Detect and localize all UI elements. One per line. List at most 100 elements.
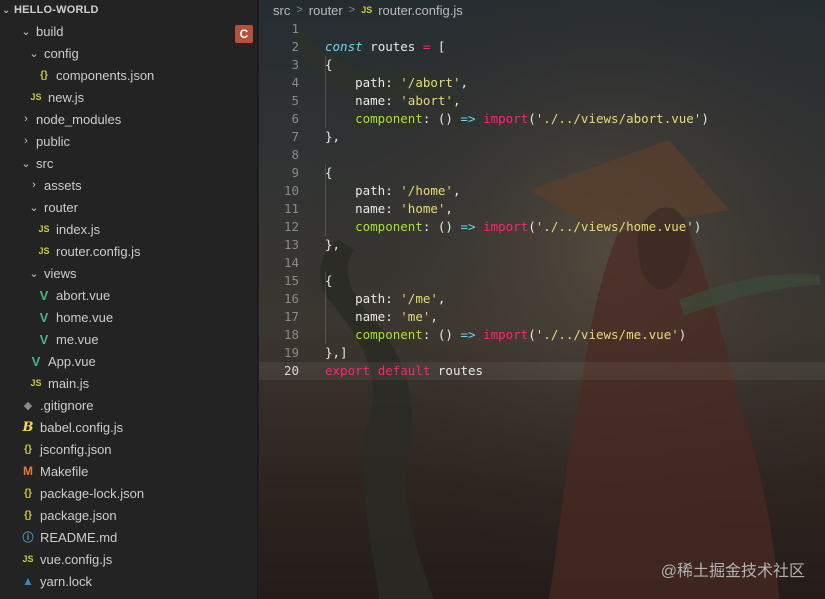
chevron-down-icon: ⌄ bbox=[29, 201, 39, 214]
chevron-down-icon: ⌄ bbox=[29, 47, 39, 60]
line-number: 1 bbox=[291, 21, 299, 36]
code-line[interactable]: 14 bbox=[259, 254, 825, 272]
code-line[interactable]: 18 component: () => import('./../views/m… bbox=[259, 326, 825, 344]
tree-item-label: index.js bbox=[56, 221, 101, 237]
tree-folder[interactable]: ⌄ src bbox=[0, 152, 257, 174]
tree-file[interactable]: {} jsconfig.json bbox=[0, 438, 257, 460]
tree-folder[interactable]: › public bbox=[0, 130, 257, 152]
code-token: , bbox=[452, 93, 461, 108]
code-line[interactable]: 12 component: () => import('./../views/h… bbox=[259, 218, 825, 236]
code-text: name: 'me', bbox=[325, 308, 438, 326]
chevron-right-icon: > bbox=[296, 4, 303, 16]
tree-file[interactable]: {} package.json bbox=[0, 504, 257, 526]
code-token: 'me' bbox=[400, 309, 431, 324]
code-text: },] bbox=[325, 344, 348, 362]
code-line[interactable]: 20 export default routes bbox=[259, 362, 825, 380]
tree-item-label: src bbox=[36, 155, 54, 171]
code-token: import bbox=[483, 219, 529, 234]
line-number: 5 bbox=[291, 93, 299, 108]
js-file-icon: JS bbox=[38, 224, 50, 234]
code-token: 'abort' bbox=[400, 93, 453, 108]
code-line[interactable]: 13}, bbox=[259, 236, 825, 254]
tree-folder[interactable]: › node_modules bbox=[0, 108, 257, 130]
code-line[interactable]: 17 name: 'me', bbox=[259, 308, 825, 326]
code-line[interactable]: 1 bbox=[259, 20, 825, 38]
code-token: '/abort' bbox=[400, 75, 461, 90]
code-token: ) bbox=[678, 327, 687, 342]
chevron-down-icon: ⌄ bbox=[29, 267, 39, 280]
vue-file-icon: V bbox=[39, 331, 49, 347]
code-token: => bbox=[460, 219, 476, 234]
breadcrumb-item-src[interactable]: src bbox=[273, 3, 290, 18]
code-token: , bbox=[437, 291, 446, 306]
code-token: export bbox=[325, 363, 371, 378]
tree-folder[interactable]: ⌄ config bbox=[0, 42, 257, 64]
tree-file[interactable]: JS index.js bbox=[0, 218, 257, 240]
explorer-header[interactable]: ⌄ HELLO-WORLD bbox=[0, 0, 257, 20]
code-line[interactable]: 3{ bbox=[259, 56, 825, 74]
json-file-icon: {} bbox=[24, 443, 32, 455]
line-number: 10 bbox=[283, 183, 299, 198]
tree-item-label: jsconfig.json bbox=[40, 441, 112, 457]
tree-file[interactable]: Vme.vue bbox=[0, 328, 257, 350]
code-token: : () bbox=[422, 327, 461, 342]
tree-file[interactable]: JS main.js bbox=[0, 372, 257, 394]
code-token: { bbox=[325, 273, 333, 288]
code-line[interactable]: 16 path: '/me', bbox=[259, 290, 825, 308]
tree-item-label: README.md bbox=[40, 529, 118, 545]
code-line[interactable]: 4 path: '/abort', bbox=[259, 74, 825, 92]
editor-pane[interactable]: src > router > JS router.config.js 1 2 con… bbox=[259, 0, 825, 599]
code-token: ( bbox=[528, 219, 536, 234]
code-line[interactable]: 15 { bbox=[259, 272, 825, 290]
code-line[interactable]: 8 bbox=[259, 146, 825, 164]
breadcrumb-item-router[interactable]: router bbox=[309, 3, 343, 18]
code-text: }, bbox=[325, 128, 340, 146]
code-token: path: bbox=[325, 291, 401, 306]
yarn-file-icon: ▲ bbox=[22, 574, 34, 588]
vue-file-icon: V bbox=[39, 309, 49, 325]
code-token: }, bbox=[325, 237, 341, 252]
tree-file[interactable]: Bbabel.config.js bbox=[0, 416, 257, 438]
tree-item-label: App.vue bbox=[48, 353, 96, 369]
code-text: path: '/me', bbox=[325, 290, 445, 308]
code-line[interactable]: 11 name: 'home', bbox=[259, 200, 825, 218]
tree-file[interactable]: Vabort.vue bbox=[0, 284, 257, 306]
code-line[interactable]: 19},] bbox=[259, 344, 825, 362]
tree-file[interactable]: M Makefile bbox=[0, 460, 257, 482]
tree-file[interactable]: V App.vue bbox=[0, 350, 257, 372]
breadcrumb-item-file[interactable]: router.config.js bbox=[378, 3, 463, 18]
tree-folder[interactable]: ⌄ build bbox=[0, 20, 257, 42]
code-line[interactable]: 10 path: '/home', bbox=[259, 182, 825, 200]
tree-file[interactable]: JS vue.config.js bbox=[0, 548, 257, 570]
code-line[interactable]: 5 name: 'abort', bbox=[259, 92, 825, 110]
tree-file[interactable]: JS router.config.js bbox=[0, 240, 257, 262]
code-line[interactable]: 9{ bbox=[259, 164, 825, 182]
code-token: routes bbox=[430, 363, 484, 378]
code-line[interactable]: 2 const routes = [ bbox=[259, 38, 825, 56]
tree-file[interactable]: ⓘ README.md bbox=[0, 526, 257, 548]
js-file-icon: JS bbox=[30, 92, 42, 102]
tree-file[interactable]: JS new.js bbox=[0, 86, 257, 108]
code-text: path: '/home', bbox=[325, 182, 460, 200]
tree-file[interactable]: ◆ .gitignore bbox=[0, 394, 257, 416]
code-token: [ bbox=[430, 39, 446, 54]
tree-file[interactable]: Vhome.vue bbox=[0, 306, 257, 328]
vue-file-icon: V bbox=[31, 353, 41, 369]
tree-item-label: new.js bbox=[48, 89, 85, 105]
tree-folder[interactable]: ⌄ router bbox=[0, 196, 257, 218]
code-line[interactable]: 7}, bbox=[259, 128, 825, 146]
tree-item-label: package.json bbox=[40, 507, 117, 523]
chevron-down-icon: ⌄ bbox=[21, 25, 31, 38]
md-file-icon: ⓘ bbox=[22, 532, 34, 544]
code-token: : () bbox=[422, 219, 461, 234]
tree-file[interactable]: {} components.json bbox=[0, 64, 257, 86]
tree-folder[interactable]: › assets bbox=[0, 174, 257, 196]
tree-item-label: public bbox=[36, 133, 70, 149]
code-line[interactable]: 6 component: () => import('./../views/ab… bbox=[259, 110, 825, 128]
tree-folder[interactable]: ⌄ views bbox=[0, 262, 257, 284]
line-number: 18 bbox=[283, 327, 299, 342]
tree-file[interactable]: ▲ yarn.lock bbox=[0, 570, 257, 592]
json-file-icon: {} bbox=[24, 487, 32, 499]
tree-file[interactable]: {} package-lock.json bbox=[0, 482, 257, 504]
